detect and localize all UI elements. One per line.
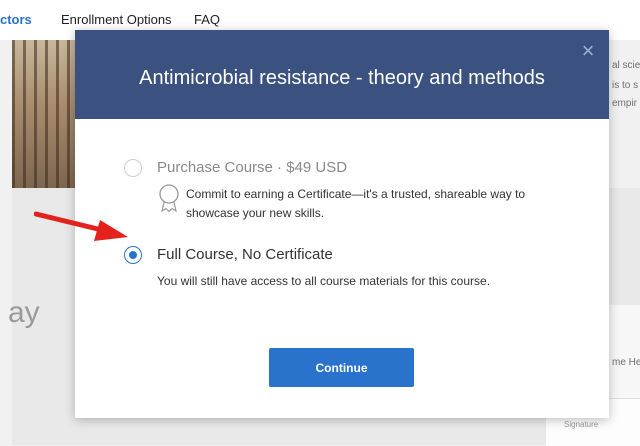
enrollment-options-modal: Antimicrobial resistance - theory and me… [75, 30, 609, 418]
modal-title: Antimicrobial resistance - theory and me… [139, 67, 545, 89]
background-card-text: me He [612, 357, 640, 368]
purchase-course-description: Commit to earning a Certificate—it's a t… [186, 187, 526, 220]
nav-item-enrollment-options[interactable]: Enrollment Options [61, 12, 172, 27]
signature-stamp: Signature [564, 420, 599, 429]
purchase-course-label[interactable]: Purchase Course · $49 USD [157, 159, 347, 176]
full-course-description: You will still have access to all course… [157, 274, 491, 288]
background-text-line: al scien [612, 60, 640, 71]
nav-item-instructors[interactable]: ctors [0, 12, 32, 27]
background-heading-fragment: ay [8, 296, 40, 329]
close-icon[interactable]: × [579, 40, 597, 62]
nav-item-faq[interactable]: FAQ [194, 12, 220, 27]
certificate-icon [159, 184, 179, 213]
full-course-label[interactable]: Full Course, No Certificate [157, 246, 333, 263]
continue-button[interactable]: Continue [269, 348, 414, 387]
annotation-arrow-icon [34, 211, 128, 241]
full-course-radio[interactable] [124, 246, 142, 264]
background-text-line: is to s [612, 80, 639, 91]
modal-header: Antimicrobial resistance - theory and me… [75, 30, 609, 119]
background-text-line: empir [612, 98, 638, 109]
purchase-course-radio[interactable] [124, 159, 142, 177]
